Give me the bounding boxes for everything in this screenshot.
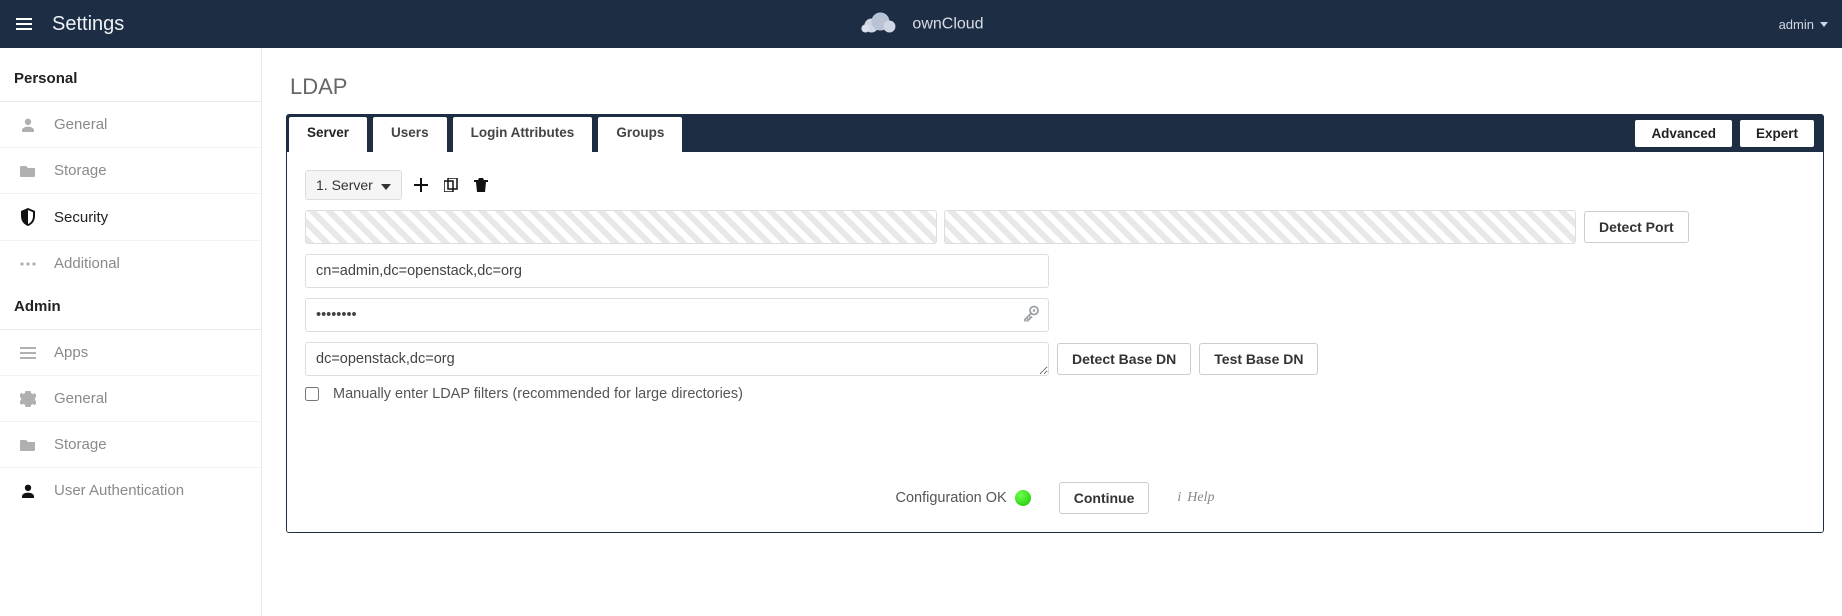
server-config-select[interactable]: 1. Server [305,170,402,200]
sidebar-item-label: Additional [54,255,120,272]
tab-login-attributes[interactable]: Login Attributes [452,116,594,152]
continue-button[interactable]: Continue [1059,482,1150,514]
ldap-panel: Server Users Login Attributes Groups Adv… [286,114,1824,533]
folder-icon [18,438,38,452]
config-status: Configuration OK [896,490,1031,506]
sidebar-item-label: Apps [54,344,88,361]
shield-icon [18,208,38,226]
sidebar-heading-admin: Admin [0,286,261,329]
dots-icon [18,261,38,267]
detect-port-button[interactable]: Detect Port [1584,211,1689,243]
ldap-port-input[interactable] [944,210,1576,244]
tab-advanced[interactable]: Advanced [1634,119,1733,148]
copy-config-button[interactable] [440,174,462,196]
sidebar-item-additional[interactable]: Additional [0,240,261,286]
folder-icon [18,164,38,178]
test-base-dn-button[interactable]: Test Base DN [1199,343,1318,375]
sidebar-item-label: User Authentication [54,482,184,499]
ldap-host-input[interactable] [305,210,937,244]
info-icon: i [1177,490,1181,506]
gear-icon [18,391,38,407]
app-title: Settings [52,13,124,36]
tab-groups[interactable]: Groups [597,116,683,152]
user-icon [18,117,38,133]
manual-filters-checkbox[interactable] [305,387,319,401]
sidebar-heading-personal: Personal [0,58,261,101]
add-config-button[interactable] [410,174,432,196]
chevron-down-icon [381,177,391,193]
sidebar-item-general[interactable]: General [0,101,261,147]
sidebar-item-admin-storage[interactable]: Storage [0,421,261,467]
menu-icon[interactable] [14,14,34,34]
tab-expert[interactable]: Expert [1739,119,1815,148]
ldap-password-input[interactable] [305,298,1049,332]
detect-base-dn-button[interactable]: Detect Base DN [1057,343,1191,375]
user-menu[interactable]: admin [1779,17,1828,32]
sidebar-item-security[interactable]: Security [0,193,261,240]
sidebar-item-label: General [54,390,107,407]
tab-users[interactable]: Users [372,116,448,152]
status-ok-icon [1015,490,1031,506]
brand-logo-icon [858,10,900,39]
sidebar-item-admin-general[interactable]: General [0,375,261,421]
sidebar-item-user-auth[interactable]: User Authentication [0,467,261,513]
user-solid-icon [18,483,38,499]
brand-name: ownCloud [912,15,983,33]
sidebar: Personal General Storage Security Additi… [0,48,262,616]
user-name: admin [1779,17,1814,32]
sidebar-item-label: Storage [54,162,107,179]
sidebar-item-label: Storage [54,436,107,453]
sidebar-item-storage[interactable]: Storage [0,147,261,193]
status-text: Configuration OK [896,490,1007,506]
list-icon [18,346,38,360]
ldap-bind-dn-input[interactable] [305,254,1049,288]
caret-down-icon [1820,22,1828,27]
help-text: Help [1187,490,1214,506]
sidebar-item-label: General [54,116,107,133]
server-config-label: 1. Server [316,177,373,193]
help-link[interactable]: i Help [1177,490,1214,506]
delete-config-button[interactable] [470,174,492,196]
tab-server[interactable]: Server [288,116,368,152]
sidebar-item-label: Security [54,209,108,226]
sidebar-item-apps[interactable]: Apps [0,329,261,375]
page-title: LDAP [290,74,1842,100]
manual-filters-label[interactable]: Manually enter LDAP filters (recommended… [333,386,743,402]
ldap-base-dn-input[interactable] [305,342,1049,376]
